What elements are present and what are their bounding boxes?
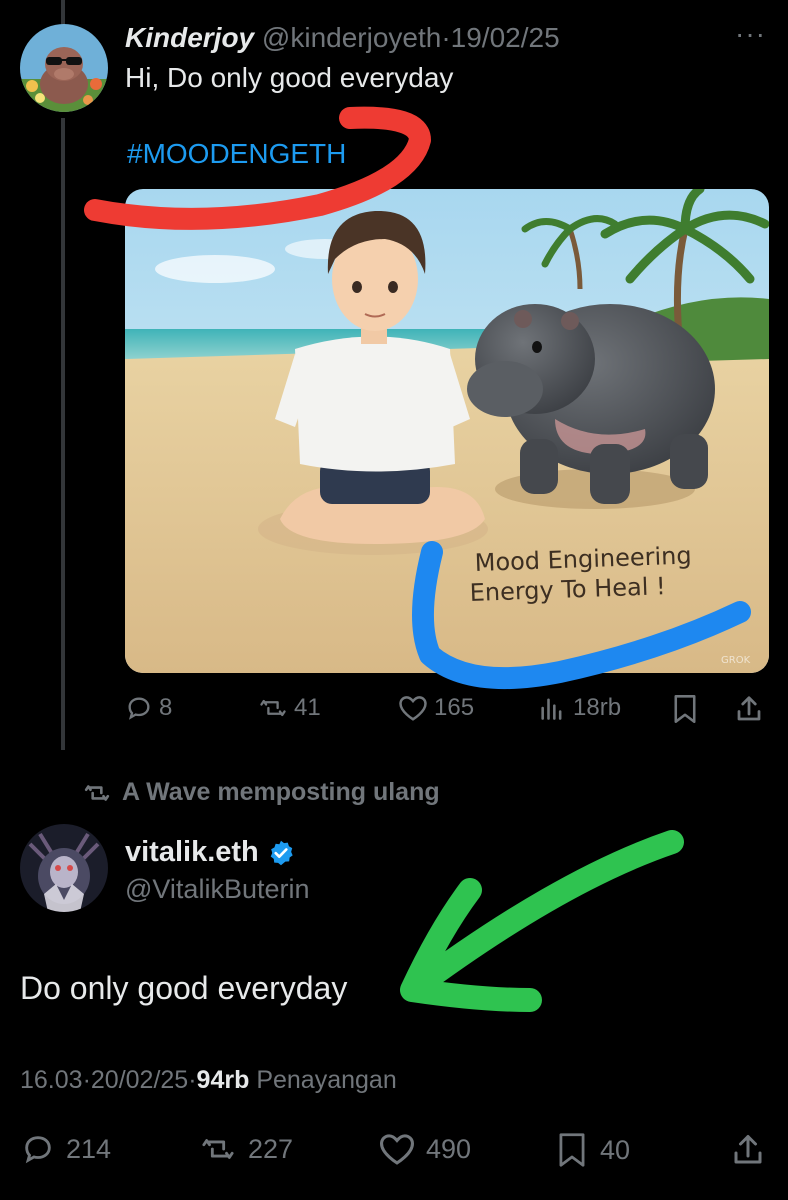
post1-repost-button[interactable]: 41 — [258, 694, 321, 722]
repost-icon — [84, 784, 110, 801]
post1-header: Kinderjoy @kinderjoyeth·19/02/25 — [125, 22, 560, 54]
post1-like-button[interactable]: 165 — [398, 694, 474, 722]
post2-views-count: 94rb — [196, 1066, 250, 1094]
post1-views-button[interactable]: 18rb — [537, 694, 621, 722]
post1-repost-count: 41 — [294, 694, 321, 721]
repost-icon — [260, 699, 286, 717]
post1-bookmark-button[interactable] — [672, 694, 698, 724]
post2-bookmark-count: 40 — [600, 1134, 631, 1165]
reply-icon — [128, 697, 150, 720]
post2-separator-2: · — [188, 1066, 197, 1094]
repost-note[interactable]: A Wave memposting ulang — [82, 778, 440, 807]
post2-views-label: Penayangan — [256, 1066, 397, 1094]
post1-display-name[interactable]: Kinderjoy — [125, 22, 254, 53]
post2-time[interactable]: 16.03 — [20, 1066, 83, 1094]
thread-line-top — [61, 0, 65, 26]
post2-bookmark-button[interactable]: 40 — [556, 1132, 630, 1168]
views-icon — [541, 698, 562, 720]
bookmark-icon — [559, 1133, 585, 1167]
post1-reply-button[interactable]: 8 — [125, 694, 172, 722]
repost-icon — [202, 1139, 234, 1159]
post2-date[interactable]: 20/02/25 — [91, 1066, 188, 1094]
post2-handle[interactable]: @VitalikButerin — [125, 874, 310, 905]
post1-image[interactable]: Mood Engineering Energy To Heal ! GROK — [125, 189, 769, 673]
grok-watermark: GROK — [721, 655, 751, 666]
post2-reply-button[interactable]: 214 — [20, 1132, 111, 1166]
post1-text: Hi, Do only good everyday — [125, 62, 454, 93]
post2-like-button[interactable]: 490 — [378, 1132, 471, 1166]
post1-hashtag-link[interactable]: #MOODENGETH — [127, 138, 346, 170]
post2-meta: 16.03·20/02/25·94rb Penayangan — [20, 1066, 397, 1095]
post2-text: Do only good everyday — [20, 970, 348, 1006]
post2-display-name[interactable]: vitalik.eth — [125, 836, 259, 869]
heart-icon — [379, 1134, 415, 1165]
post2-name-row: vitalik.eth — [125, 836, 295, 869]
post1-like-count: 165 — [434, 694, 475, 721]
verified-badge-icon — [270, 840, 293, 865]
post2-repost-button[interactable]: 227 — [198, 1132, 293, 1166]
share-icon — [734, 1135, 762, 1164]
post2-separator: · — [82, 1066, 91, 1094]
post1-view-count: 18rb — [573, 694, 622, 721]
post1-handle[interactable]: @kinderjoyeth — [262, 22, 441, 53]
repost-note-text: A Wave memposting ulang — [122, 778, 440, 806]
vitalik-avatar[interactable] — [20, 824, 108, 912]
post1-date[interactable]: 19/02/25 — [451, 22, 560, 53]
green-arrow-annotation — [400, 830, 684, 1012]
kinderjoy-avatar[interactable] — [20, 24, 108, 112]
post2-share-button[interactable] — [730, 1132, 766, 1168]
more-options-button[interactable]: ··· — [735, 18, 766, 50]
post1-reply-count: 8 — [159, 694, 173, 721]
post2-reply-count: 214 — [66, 1133, 112, 1164]
thread-line — [61, 118, 65, 750]
post2-like-count: 490 — [426, 1133, 472, 1164]
share-icon — [737, 696, 761, 721]
post1-separator: · — [441, 22, 451, 53]
bookmark-icon — [674, 695, 696, 723]
post2-repost-count: 227 — [248, 1133, 294, 1164]
heart-icon — [399, 696, 427, 721]
post1-share-button[interactable] — [734, 694, 764, 724]
reply-icon — [25, 1136, 51, 1164]
